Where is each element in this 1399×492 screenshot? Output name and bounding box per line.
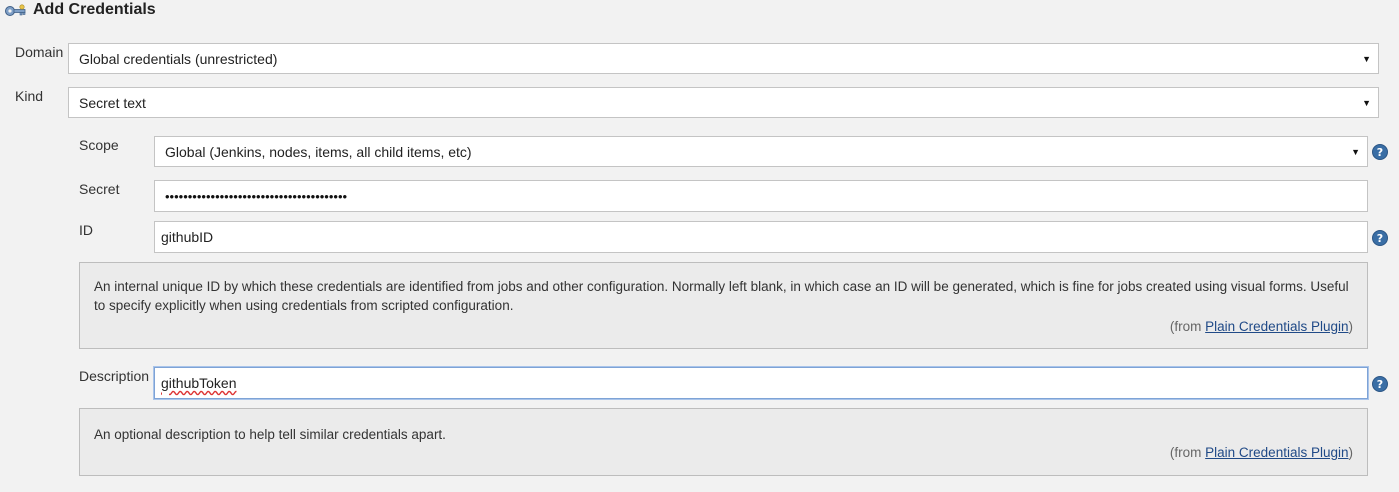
kind-select[interactable]: Secret text ▼ xyxy=(68,87,1379,118)
description-help-text: An optional description to help tell sim… xyxy=(94,427,446,442)
page-title: Add Credentials xyxy=(33,1,156,18)
id-help-source: (from Plain Credentials Plugin) xyxy=(1170,317,1353,336)
description-input[interactable]: githubToken xyxy=(154,367,1368,399)
description-help-icon[interactable]: ? xyxy=(1372,376,1388,392)
kind-label: Kind xyxy=(15,88,44,104)
description-help-source-prefix: (from xyxy=(1169,445,1206,460)
id-input[interactable]: githubID xyxy=(154,221,1368,253)
domain-label: Domain xyxy=(15,44,64,60)
plain-credentials-plugin-link[interactable]: Plain Credentials Plugin xyxy=(1205,319,1348,334)
secret-masked-value: •••••••••••••••••••••••••••••••••••••••• xyxy=(165,188,348,204)
secret-input[interactable]: •••••••••••••••••••••••••••••••••••••••• xyxy=(154,180,1368,212)
description-help-source-suffix: ) xyxy=(1348,445,1354,460)
id-help-source-suffix: ) xyxy=(1348,319,1354,334)
chevron-down-icon: ▼ xyxy=(1362,97,1371,108)
chevron-down-icon: ▼ xyxy=(1351,146,1360,157)
description-label: Description xyxy=(79,368,150,384)
id-label: ID xyxy=(79,222,93,238)
id-help-box: An internal unique ID by which these cre… xyxy=(79,262,1368,349)
description-help-box: An optional description to help tell sim… xyxy=(79,408,1368,476)
domain-select-value: Global credentials (unrestricted) xyxy=(79,50,278,67)
credentials-key-icon xyxy=(4,3,28,19)
id-help-icon[interactable]: ? xyxy=(1372,230,1388,246)
description-input-value: githubToken xyxy=(161,375,237,391)
scope-select-value: Global (Jenkins, nodes, items, all child… xyxy=(165,143,472,160)
scope-select[interactable]: Global (Jenkins, nodes, items, all child… xyxy=(154,136,1368,167)
id-input-value: githubID xyxy=(161,229,214,245)
id-help-source-prefix: (from xyxy=(1169,319,1206,334)
scope-label: Scope xyxy=(79,137,119,153)
kind-select-value: Secret text xyxy=(79,94,146,111)
id-help-text: An internal unique ID by which these cre… xyxy=(94,279,1349,313)
chevron-down-icon: ▼ xyxy=(1362,53,1371,64)
description-help-source: (from Plain Credentials Plugin) xyxy=(1170,443,1353,462)
plain-credentials-plugin-link[interactable]: Plain Credentials Plugin xyxy=(1205,445,1348,460)
scope-help-icon[interactable]: ? xyxy=(1372,144,1388,160)
domain-select[interactable]: Global credentials (unrestricted) ▼ xyxy=(68,43,1379,74)
secret-label: Secret xyxy=(79,181,120,197)
